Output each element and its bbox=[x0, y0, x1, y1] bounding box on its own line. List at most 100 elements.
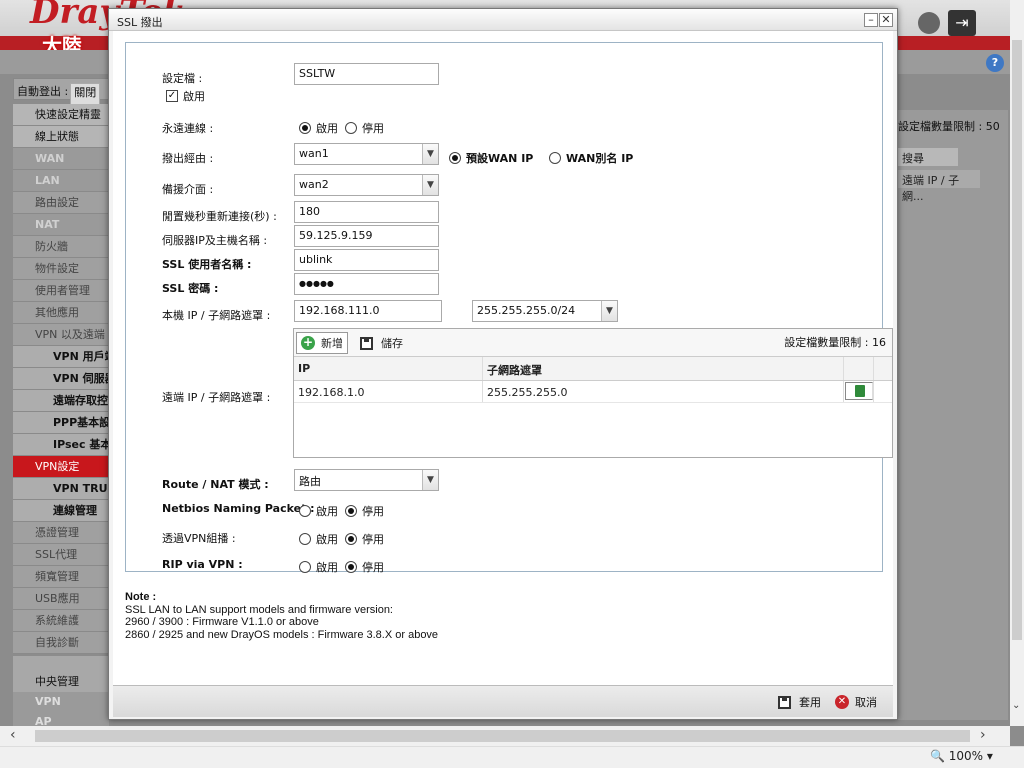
minimize-icon[interactable]: – bbox=[864, 13, 878, 27]
sidebar-item[interactable]: WAN bbox=[13, 148, 109, 170]
sidebar-item[interactable]: 其他應用 bbox=[13, 302, 109, 324]
local-ip-input[interactable]: 192.168.111.0 bbox=[294, 300, 442, 322]
sidebar-item[interactable]: 使用者管理 bbox=[13, 280, 109, 302]
enable-label: 啟用 bbox=[183, 90, 205, 103]
table-header: IP 子網路遮罩 bbox=[294, 357, 892, 381]
ssl-password-input[interactable]: ●●●●● bbox=[294, 273, 439, 295]
wan-alias-ip-radio[interactable]: WAN別名 IP bbox=[549, 150, 633, 166]
scroll-left-icon[interactable]: ‹ bbox=[10, 727, 16, 743]
ssl-username-input[interactable]: ublink bbox=[294, 249, 439, 271]
rip-disable-radio[interactable]: 停用 bbox=[345, 559, 384, 575]
vertical-scroll-thumb[interactable] bbox=[1012, 40, 1022, 640]
add-icon: + bbox=[301, 335, 315, 350]
check-icon[interactable]: ✓ bbox=[166, 90, 178, 102]
sidebar-item[interactable]: 自我診斷 bbox=[13, 632, 109, 654]
route-nat-label: Route / NAT 模式 : bbox=[162, 478, 269, 491]
sidebar-item[interactable]: VPN設定 bbox=[13, 456, 109, 478]
enable-checkbox[interactable]: ✓ 啟用 bbox=[166, 88, 205, 104]
always-on-enable-radio[interactable]: 啟用 bbox=[299, 120, 338, 136]
sidebar-item[interactable]: 快速設定精靈 bbox=[13, 104, 109, 126]
horizontal-scroll-thumb[interactable] bbox=[35, 730, 970, 742]
reconnect-input[interactable]: 180 bbox=[294, 201, 439, 223]
multicast-disable-radio[interactable]: 停用 bbox=[345, 531, 384, 547]
sidebar-item[interactable]: 遠端存取控 bbox=[13, 390, 109, 412]
central-management-title: 中央管理 bbox=[35, 675, 79, 688]
vpn-multicast-label: 透過VPN組播 : bbox=[162, 532, 236, 545]
rip-enable-radio[interactable]: 啟用 bbox=[299, 559, 338, 575]
add-button[interactable]: + 新增 bbox=[296, 332, 348, 354]
sidebar-item[interactable]: 物件設定 bbox=[13, 258, 109, 280]
remote-ip-label: 遠端 IP / 子網路遮罩 : bbox=[162, 391, 271, 404]
profile-label: 設定檔 : bbox=[162, 72, 203, 85]
logout-icon[interactable]: ⇥ bbox=[948, 10, 976, 36]
dialog-body: 設定檔 : SSLTW ✓ 啟用 永遠連線 : 啟用 停用 撥出經由 : wan1… bbox=[113, 31, 893, 685]
cancel-button[interactable]: ✕ 取消 bbox=[835, 694, 877, 710]
default-wan-ip-radio[interactable]: 預設WAN IP bbox=[449, 150, 533, 166]
save-button[interactable]: 儲存 bbox=[356, 332, 407, 354]
cancel-icon: ✕ bbox=[835, 695, 849, 709]
zoom-level[interactable]: 🔍 100% ▾ bbox=[930, 749, 993, 763]
table-row: 192.168.1.0 255.255.255.0 bbox=[294, 381, 892, 403]
cell-ip: 192.168.1.0 bbox=[294, 381, 483, 402]
sidebar-item-vpn[interactable]: VPN bbox=[13, 692, 109, 712]
trash-icon[interactable] bbox=[844, 382, 873, 400]
profile-limit-label: 設定檔數量限制 : 16 bbox=[784, 336, 886, 349]
chevron-down-icon[interactable]: ▼ bbox=[422, 144, 438, 164]
sidebar-item[interactable]: LAN bbox=[13, 170, 109, 192]
sidebar-item[interactable]: 線上狀態 bbox=[13, 126, 109, 148]
sidebar-item[interactable]: NAT bbox=[13, 214, 109, 236]
sidebar-item[interactable]: VPN 伺服器 bbox=[13, 368, 109, 390]
netbios-disable-radio[interactable]: 停用 bbox=[345, 503, 384, 519]
sidebar-menu: 快速設定精靈 線上狀態 WAN LAN 路由設定 NAT 防火牆 物件設定 使用者管理 其他應用 V… bbox=[13, 104, 109, 654]
sidebar-item[interactable]: PPP基本設 bbox=[13, 412, 109, 434]
close-icon[interactable]: ✕ bbox=[879, 13, 893, 27]
chevron-down-icon[interactable]: ▼ bbox=[422, 470, 438, 490]
local-ip-label: 本機 IP / 子網路遮罩 : bbox=[162, 309, 271, 322]
ssl-username-label: SSL 使用者名稱 : bbox=[162, 258, 252, 271]
dialog-title: SSL 撥出 bbox=[117, 16, 163, 29]
sidebar-item[interactable]: 連線管理 bbox=[13, 500, 109, 522]
dial-via-select[interactable]: wan1 ▼ bbox=[294, 143, 439, 165]
note-line: SSL LAN to LAN support models and firmwa… bbox=[125, 603, 393, 616]
bell-icon[interactable] bbox=[918, 12, 940, 34]
sidebar-item[interactable]: 系統維護 bbox=[13, 610, 109, 632]
server-label: 伺服器IP及主機名稱 : bbox=[162, 234, 268, 247]
sidebar-item[interactable]: SSL代理 bbox=[13, 544, 109, 566]
vertical-scrollbar[interactable]: ⌄ bbox=[1010, 0, 1024, 726]
zoom-value: 100% bbox=[948, 749, 984, 763]
sidebar-item[interactable]: 路由設定 bbox=[13, 192, 109, 214]
always-on-disable-radio[interactable]: 停用 bbox=[345, 120, 384, 136]
chevron-down-icon[interactable]: ▼ bbox=[601, 301, 617, 321]
note-line: 2960 / 3900 : Firmware V1.1.0 or above bbox=[125, 616, 319, 629]
scroll-right-icon[interactable]: › bbox=[980, 727, 986, 743]
background-content-right: 設定檔數量限制 : 50 搜尋 遠端 IP / 子網... bbox=[898, 110, 1008, 720]
multicast-enable-radio[interactable]: 啟用 bbox=[299, 531, 338, 547]
chevron-down-icon[interactable]: ▼ bbox=[422, 175, 438, 195]
sidebar-item[interactable]: IPsec 基本 bbox=[13, 434, 109, 456]
sidebar-item[interactable]: 憑證管理 bbox=[13, 522, 109, 544]
profile-limit-text: 設定檔數量限制 : 50 bbox=[898, 120, 1000, 133]
sidebar-item[interactable]: VPN 用戶端 bbox=[13, 346, 109, 368]
table-toolbar: + 新增 儲存 設定檔數量限制 : 16 bbox=[294, 329, 892, 357]
netbios-label: Netbios Naming Packet : bbox=[162, 502, 315, 515]
auto-logout-select[interactable]: 關閉 bbox=[70, 83, 101, 105]
browser-status-bar bbox=[0, 746, 1024, 768]
sidebar-item[interactable]: VPN TRUN bbox=[13, 478, 109, 500]
region-label: 大陸 bbox=[42, 34, 82, 50]
help-icon[interactable]: ? bbox=[986, 54, 1004, 72]
scroll-down-icon[interactable]: ⌄ bbox=[1012, 700, 1020, 711]
backup-interface-select[interactable]: wan2 ▼ bbox=[294, 174, 439, 196]
route-nat-select[interactable]: 路由 ▼ bbox=[294, 469, 439, 491]
profile-input[interactable]: SSLTW bbox=[294, 63, 439, 85]
netbios-enable-radio[interactable]: 啟用 bbox=[299, 503, 338, 519]
sidebar-item[interactable]: VPN 以及遠端 bbox=[13, 324, 109, 346]
column-ip: IP bbox=[294, 357, 483, 380]
zoom-icon: 🔍 bbox=[930, 749, 945, 763]
sidebar-item[interactable]: 頻寬管理 bbox=[13, 566, 109, 588]
apply-button[interactable]: 套用 bbox=[778, 694, 821, 710]
sidebar-item[interactable]: 防火牆 bbox=[13, 236, 109, 258]
server-input[interactable]: 59.125.9.159 bbox=[294, 225, 439, 247]
sidebar-item[interactable]: USB應用 bbox=[13, 588, 109, 610]
search-button[interactable]: 搜尋 bbox=[898, 148, 958, 166]
local-mask-select[interactable]: 255.255.255.0/24 ▼ bbox=[472, 300, 618, 322]
